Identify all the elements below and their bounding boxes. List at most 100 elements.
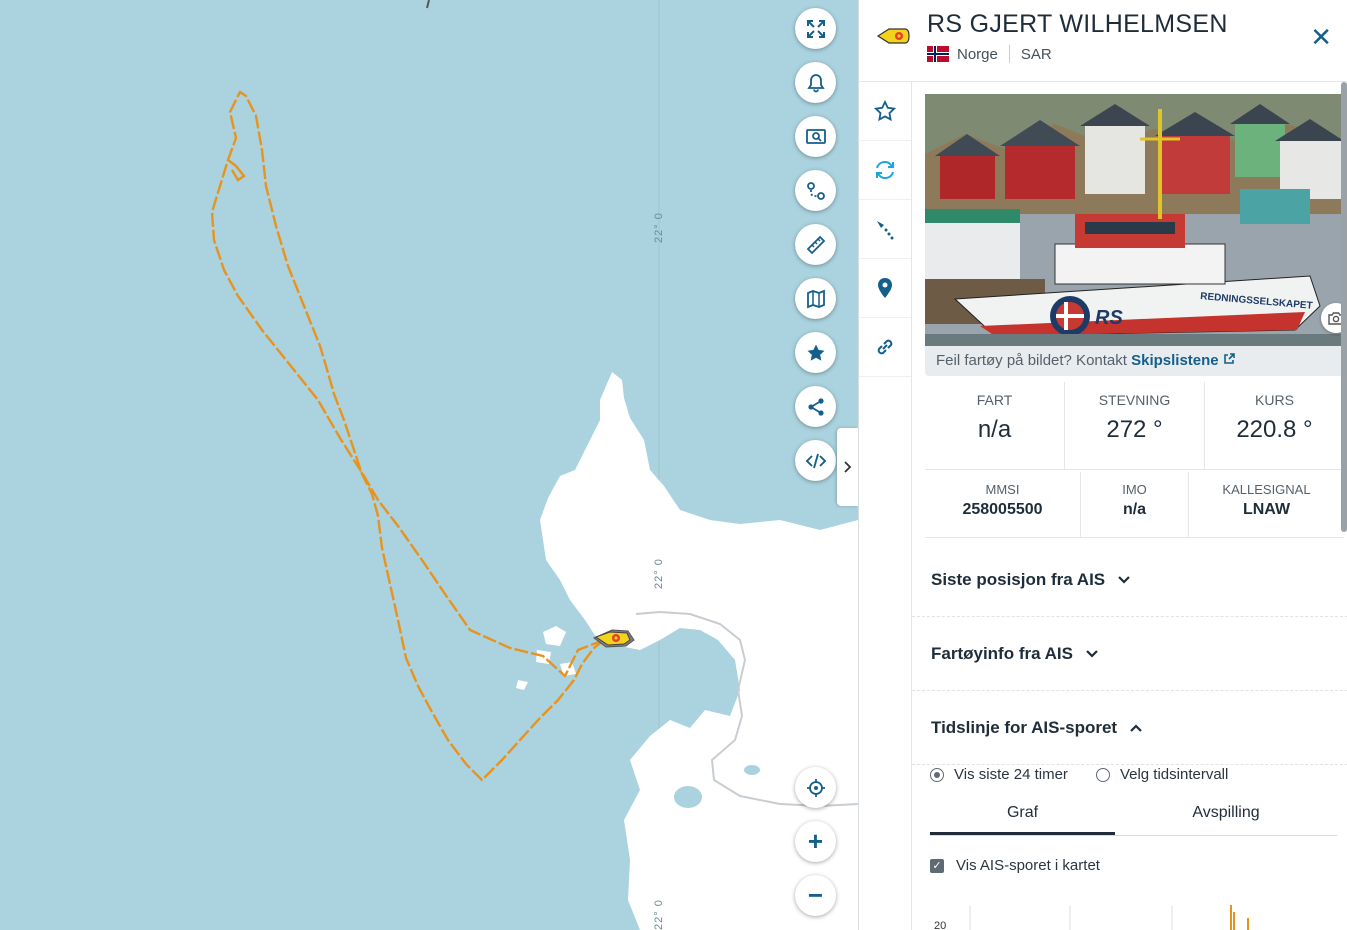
timeline-options: Vis siste 24 timer Velg tidsintervall — [930, 766, 1228, 783]
map-canvas[interactable] — [0, 0, 858, 930]
ruler-icon — [806, 235, 825, 254]
zoom-out-button[interactable]: − — [795, 875, 836, 916]
lake — [744, 765, 760, 775]
stat-value: n/a — [977, 416, 1012, 443]
tab-playback[interactable]: Avspilling — [1115, 798, 1337, 835]
land-islet-6 — [764, 646, 776, 660]
star-outline-icon — [874, 100, 896, 122]
panel-header: RS GJERT WILHELMSEN Norge SAR ✕ — [859, 0, 1347, 82]
grid-label: 22° 0 — [653, 899, 665, 930]
external-link-icon — [1224, 353, 1235, 364]
panel-toolbar — [859, 82, 912, 930]
show-track-checkbox[interactable]: ✓ — [930, 858, 944, 873]
photo-caption: Feil fartøy på bildet? Kontakt Skipslist… — [925, 346, 1344, 376]
id-mmsi: MMSI 258005500 — [925, 472, 1080, 537]
layers-button[interactable] — [795, 278, 836, 319]
ais-track-loop — [227, 159, 246, 182]
section-title: Fartøyinfo fra AIS — [931, 643, 1073, 663]
position-button[interactable] — [859, 259, 911, 318]
radio-last24-label[interactable]: Vis siste 24 timer — [954, 766, 1068, 783]
search-map-button[interactable] — [795, 116, 836, 157]
svg-text:RS: RS — [1095, 307, 1123, 329]
code-icon — [805, 453, 826, 468]
vessel-photo: RS REDNINGSSELSKAPET — [925, 94, 1344, 346]
vessel-subtitle: Norge SAR — [927, 45, 1052, 63]
speed-graph: 20 — [934, 905, 1249, 930]
section-last-position[interactable]: Siste posisjon fra AIS — [912, 543, 1347, 617]
stat-speed: FART n/a — [925, 382, 1064, 469]
skipslistene-link[interactable]: Skipslistene — [1131, 352, 1219, 369]
stat-heading: STEVNING 272 ° — [1064, 382, 1204, 469]
stat-value: 272 ° — [1106, 416, 1163, 443]
ais-track-line — [210, 90, 605, 782]
embed-button[interactable] — [795, 440, 836, 481]
show-track-label[interactable]: Vis AIS-sporet i kartet — [956, 857, 1100, 874]
fullscreen-button[interactable] — [795, 8, 836, 49]
section-title: Siste posisjon fra AIS — [931, 569, 1106, 589]
chevron-down-icon — [1118, 575, 1130, 584]
route-button[interactable] — [795, 170, 836, 211]
id-label: KALLESIGNAL — [1222, 482, 1311, 497]
graph-tick-label: 20 — [934, 920, 946, 930]
panel-scrollbar[interactable] — [1341, 82, 1347, 532]
stat-label: KURS — [1255, 392, 1294, 408]
vessel-name: RS GJERT WILHELMSEN — [927, 10, 1228, 38]
share-button[interactable] — [795, 386, 836, 427]
show-track-option: ✓ Vis AIS-sporet i kartet — [930, 857, 1100, 874]
vessel-panel: RS GJERT WILHELMSEN Norge SAR ✕ RS REDNI… — [858, 0, 1347, 930]
vessel-stats: FART n/a STEVNING 272 ° KURS 220.8 ° — [925, 382, 1344, 470]
grid-label: 22° 0 — [653, 558, 665, 589]
land-islet-3 — [516, 680, 528, 690]
land-islet-1 — [543, 626, 566, 646]
refresh-button[interactable] — [859, 141, 911, 200]
radio-interval-label[interactable]: Velg tidsintervall — [1120, 766, 1228, 783]
close-icon[interactable]: ✕ — [1310, 24, 1332, 50]
star-icon — [807, 344, 824, 361]
grid-label: 22° 0 — [653, 212, 665, 243]
id-callsign: KALLESIGNAL LNAW — [1188, 472, 1344, 537]
section-timeline[interactable]: Tidslinje for AIS-sporet — [912, 691, 1347, 765]
id-value: LNAW — [1242, 501, 1291, 518]
stat-course: KURS 220.8 ° — [1204, 382, 1344, 469]
measure-button[interactable] — [795, 224, 836, 265]
map-view[interactable]: 22° 0 22° 0 22° 0 + − — [0, 0, 858, 930]
share-icon — [807, 397, 824, 416]
id-value: 258005500 — [962, 501, 1043, 518]
section-title: Tidslinje for AIS-sporet — [931, 717, 1118, 737]
chevron-up-icon — [1130, 723, 1142, 732]
lake — [674, 786, 702, 808]
ship-type-icon — [877, 28, 910, 44]
alerts-button[interactable] — [795, 62, 836, 103]
track-button[interactable] — [859, 200, 911, 259]
locate-button[interactable] — [795, 767, 836, 808]
divider — [1008, 45, 1010, 63]
chevron-down-icon — [1086, 649, 1098, 658]
vessel-ids: MMSI 258005500 IMO n/a KALLESIGNAL LNAW — [925, 472, 1344, 538]
id-value: n/a — [1122, 501, 1147, 518]
link-icon — [877, 339, 893, 355]
norway-flag-icon — [927, 46, 949, 62]
map-marker-top — [426, 0, 430, 9]
chevron-right-icon — [843, 461, 851, 473]
map-layers-icon — [806, 289, 825, 308]
link-button[interactable] — [859, 318, 911, 377]
radio-last24[interactable] — [930, 767, 944, 782]
panel-content: RS REDNINGSSELSKAPET Feil fartøy på bild… — [912, 82, 1347, 930]
tab-graph[interactable]: Graf — [930, 798, 1115, 835]
stat-value: 220.8 ° — [1236, 416, 1313, 443]
favorites-button[interactable] — [795, 332, 836, 373]
favorite-vessel-button[interactable] — [859, 82, 911, 141]
collapse-panel-tab[interactable] — [837, 428, 858, 506]
radio-interval[interactable] — [1095, 767, 1110, 782]
id-imo: IMO n/a — [1080, 472, 1188, 537]
section-vessel-info[interactable]: Fartøyinfo fra AIS — [912, 617, 1347, 691]
timeline-tabs: Graf Avspilling — [930, 798, 1337, 836]
photo-caption-text: Feil fartøy på bildet? Kontakt — [936, 352, 1127, 369]
refresh-icon — [876, 161, 894, 179]
stat-label: FART — [976, 392, 1013, 408]
bell-icon — [806, 73, 825, 92]
id-label: IMO — [1122, 482, 1147, 497]
expand-icon — [806, 19, 825, 38]
zoom-in-button[interactable]: + — [795, 821, 836, 862]
map-search-icon — [805, 128, 826, 144]
